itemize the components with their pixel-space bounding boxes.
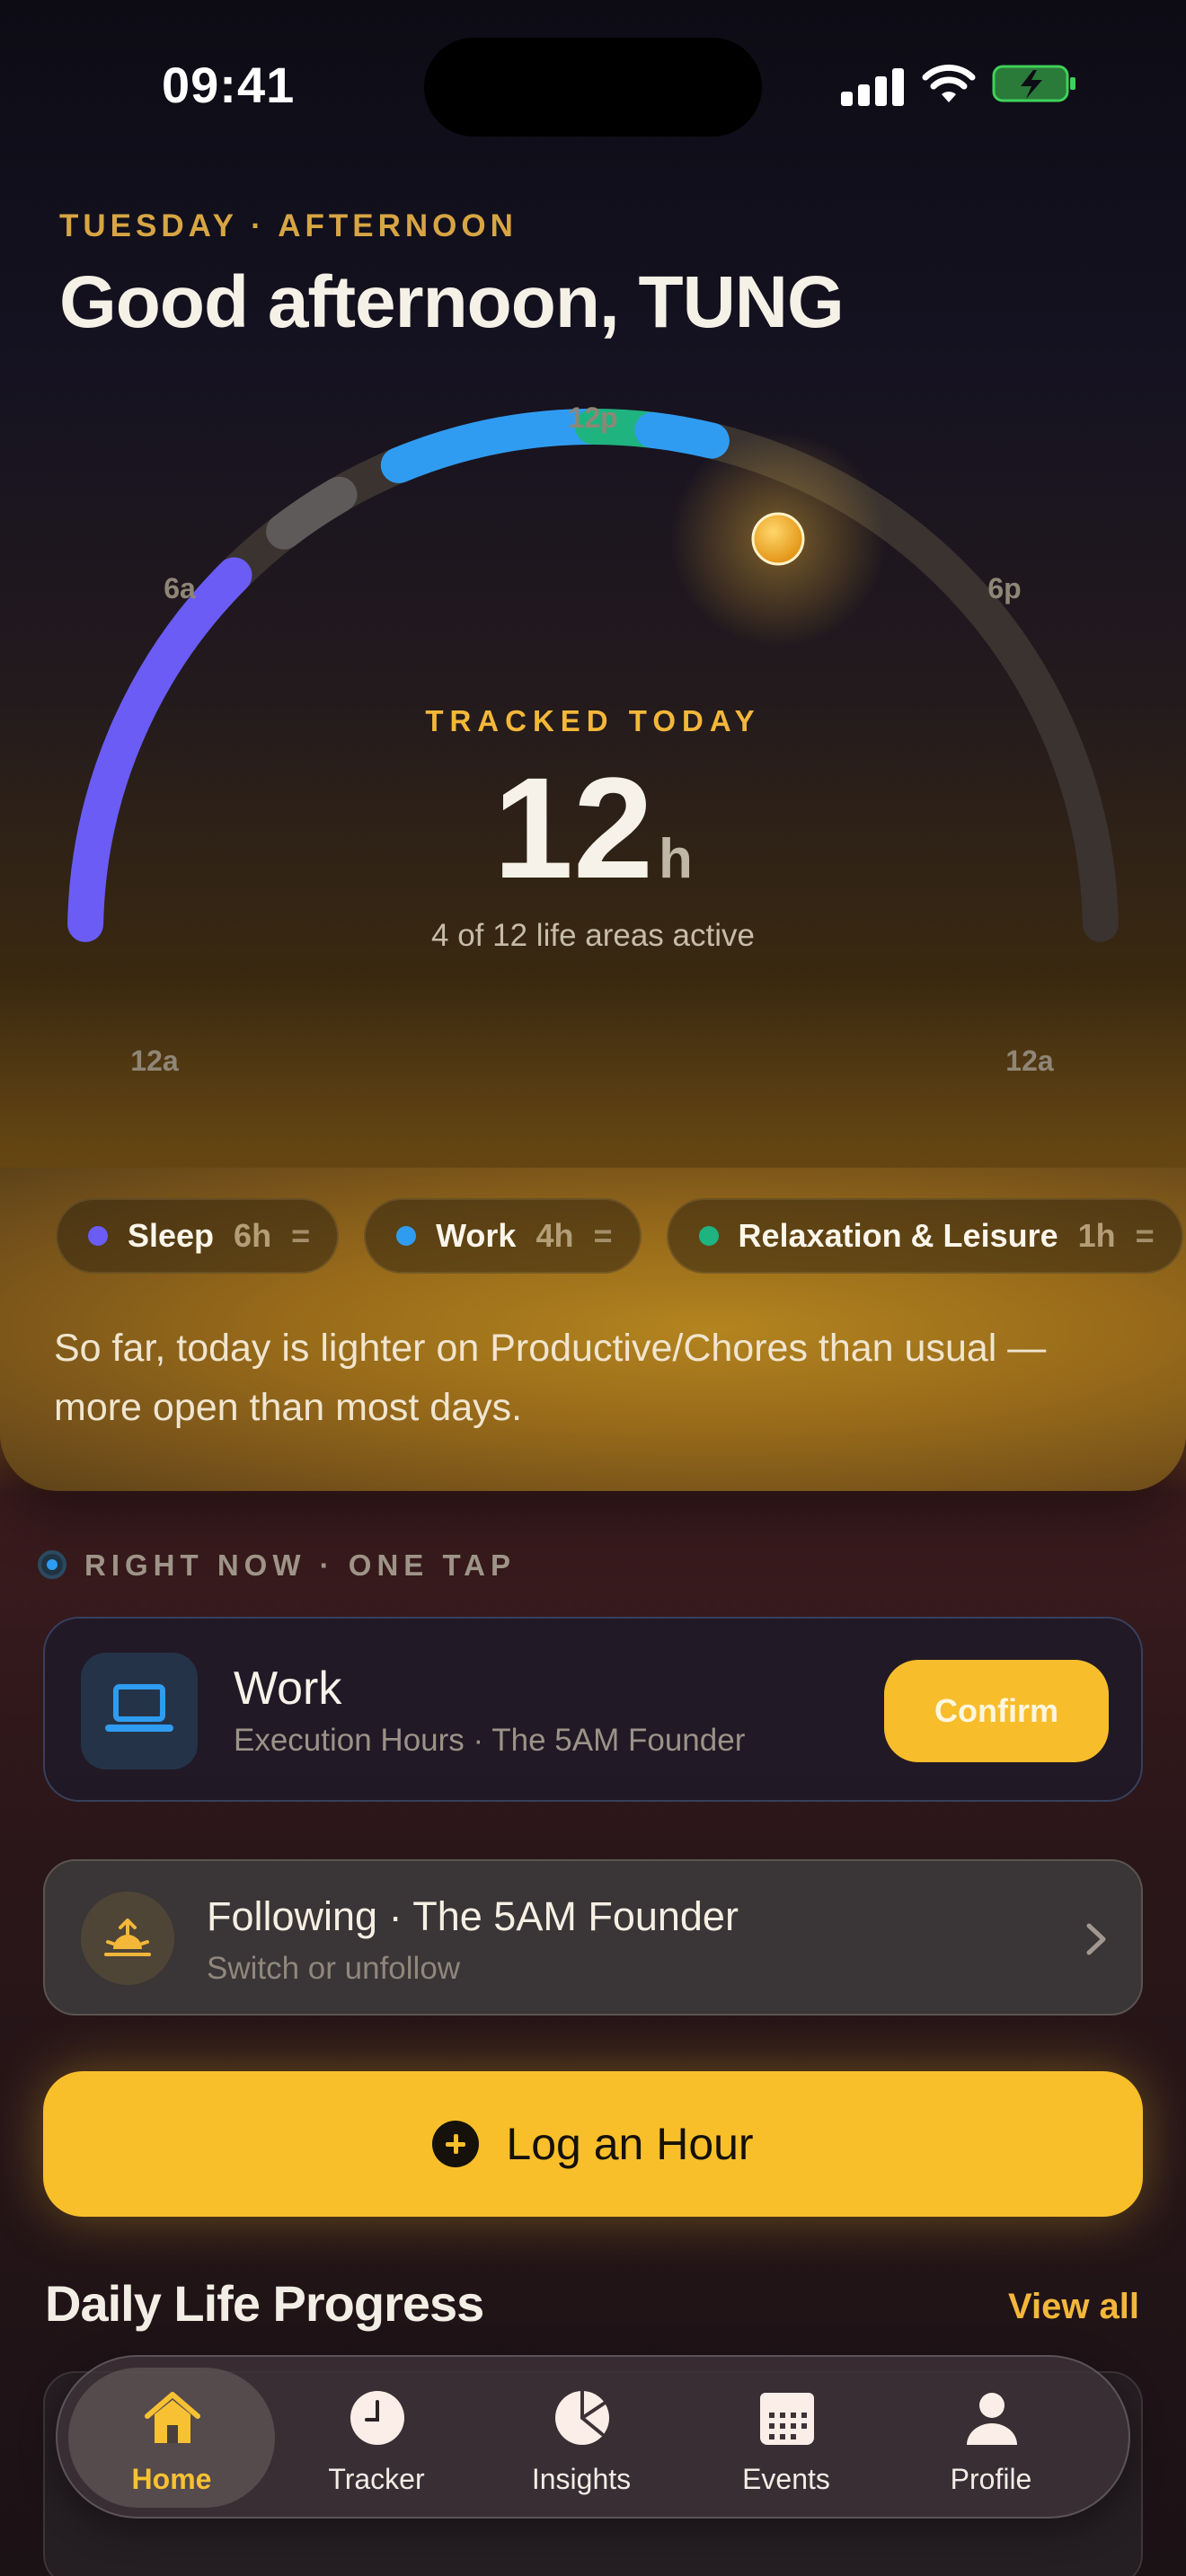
follow-icon-circle xyxy=(81,1892,174,1985)
tab-tracker[interactable]: Tracker xyxy=(273,2368,480,2508)
chip-label: Relaxation & Leisure xyxy=(738,1217,1058,1254)
tick-label-12a-right: 12a xyxy=(1005,1045,1054,1077)
tab-label: Events xyxy=(742,2463,830,2495)
status-time: 09:41 xyxy=(162,57,296,113)
tab-label: Tracker xyxy=(328,2463,425,2495)
day-period-label: TUESDAY · AFTERNOON xyxy=(59,208,518,243)
chip-label: Work xyxy=(436,1217,517,1254)
chip-hours: 1h xyxy=(1077,1217,1116,1254)
sunrise-icon xyxy=(104,1919,151,1956)
activity-subtitle: Execution Hours · The 5AM Founder xyxy=(234,1723,746,1758)
pie-chart-icon xyxy=(555,2389,609,2445)
tab-label: Insights xyxy=(531,2463,632,2495)
dial-segment-work-2 xyxy=(634,411,730,459)
tab-label: Home xyxy=(131,2463,212,2495)
clock-icon xyxy=(350,2391,404,2445)
work-icon-tile xyxy=(81,1653,198,1769)
log-an-hour-button[interactable]: Log an Hour xyxy=(43,2071,1143,2217)
chip-relaxation[interactable]: Relaxation & Leisure 1h = xyxy=(666,1198,1183,1274)
sleep-color-dot xyxy=(88,1226,108,1246)
calendar-icon xyxy=(760,2393,814,2445)
chip-label: Sleep xyxy=(128,1217,215,1254)
tick-label-12a-left: 12a xyxy=(130,1045,179,1077)
following-subtitle: Switch or unfollow xyxy=(207,1951,461,1986)
chip-sleep[interactable]: Sleep 6h = xyxy=(56,1198,340,1274)
confirm-button[interactable]: Confirm xyxy=(884,1660,1109,1762)
view-all-link[interactable]: View all xyxy=(1008,2287,1139,2327)
tracked-today-value: 12h xyxy=(0,756,1186,900)
tick-label-6p: 6p xyxy=(987,572,1021,604)
greeting-title: Good afternoon, TUNG xyxy=(59,261,845,343)
category-chips: Sleep 6h = Work 4h = Relaxation & Leisur… xyxy=(56,1198,1183,1274)
home-icon xyxy=(145,2392,200,2443)
insight-text: So far, today is lighter on Productive/C… xyxy=(54,1327,1047,1429)
tracked-hours-number: 12 xyxy=(493,747,654,908)
tab-profile[interactable]: Profile xyxy=(888,2368,1094,2508)
tab-bar: Home Tracker Insights Events Profile xyxy=(56,2355,1130,2519)
chip-work[interactable]: Work 4h = xyxy=(364,1198,642,1274)
activity-title: Work xyxy=(234,1663,342,1715)
tab-label: Profile xyxy=(950,2463,1032,2495)
sun-marker xyxy=(751,512,805,566)
plus-circle-icon xyxy=(432,2121,480,2167)
dynamic-island xyxy=(424,38,762,137)
tab-insights[interactable]: Insights xyxy=(478,2368,685,2508)
log-button-label: Log an Hour xyxy=(506,2119,754,2169)
person-icon xyxy=(967,2393,1017,2445)
wifi-icon xyxy=(922,64,976,102)
right-now-label: RIGHT NOW · ONE TAP xyxy=(84,1548,517,1582)
chip-hours: 4h xyxy=(535,1217,574,1254)
work-color-dot xyxy=(396,1226,417,1246)
following-title: Following · The 5AM Founder xyxy=(207,1893,739,1939)
tick-label-12p: 12p xyxy=(568,401,617,434)
chevron-right-icon xyxy=(1086,1923,1106,1955)
cellular-signal-icon xyxy=(841,66,904,106)
relax-color-dot xyxy=(698,1226,719,1246)
tab-events[interactable]: Events xyxy=(683,2368,890,2508)
live-dot-icon xyxy=(38,1550,66,1579)
dial-segment-other xyxy=(266,476,358,550)
chip-hours: 6h xyxy=(234,1217,272,1254)
tracked-hours-unit: h xyxy=(659,828,693,890)
tracked-today-label: TRACKED TODAY xyxy=(425,704,761,737)
tab-home[interactable]: Home xyxy=(68,2368,275,2508)
following-card[interactable]: Following · The 5AM Founder Switch or un… xyxy=(43,1859,1143,2016)
laptop-icon xyxy=(105,1684,173,1732)
equal-trend-icon: = xyxy=(1135,1217,1155,1254)
equal-trend-icon: = xyxy=(593,1217,613,1254)
equal-trend-icon: = xyxy=(291,1217,311,1254)
battery-charging-icon xyxy=(992,65,1075,102)
dial-segment-work xyxy=(380,409,611,484)
active-areas-text: 4 of 12 life areas active xyxy=(431,918,755,953)
daily-progress-title: Daily Life Progress xyxy=(45,2275,484,2332)
right-now-card[interactable]: Work Execution Hours · The 5AM Founder C… xyxy=(43,1617,1143,1802)
tick-label-6a: 6a xyxy=(164,572,196,604)
